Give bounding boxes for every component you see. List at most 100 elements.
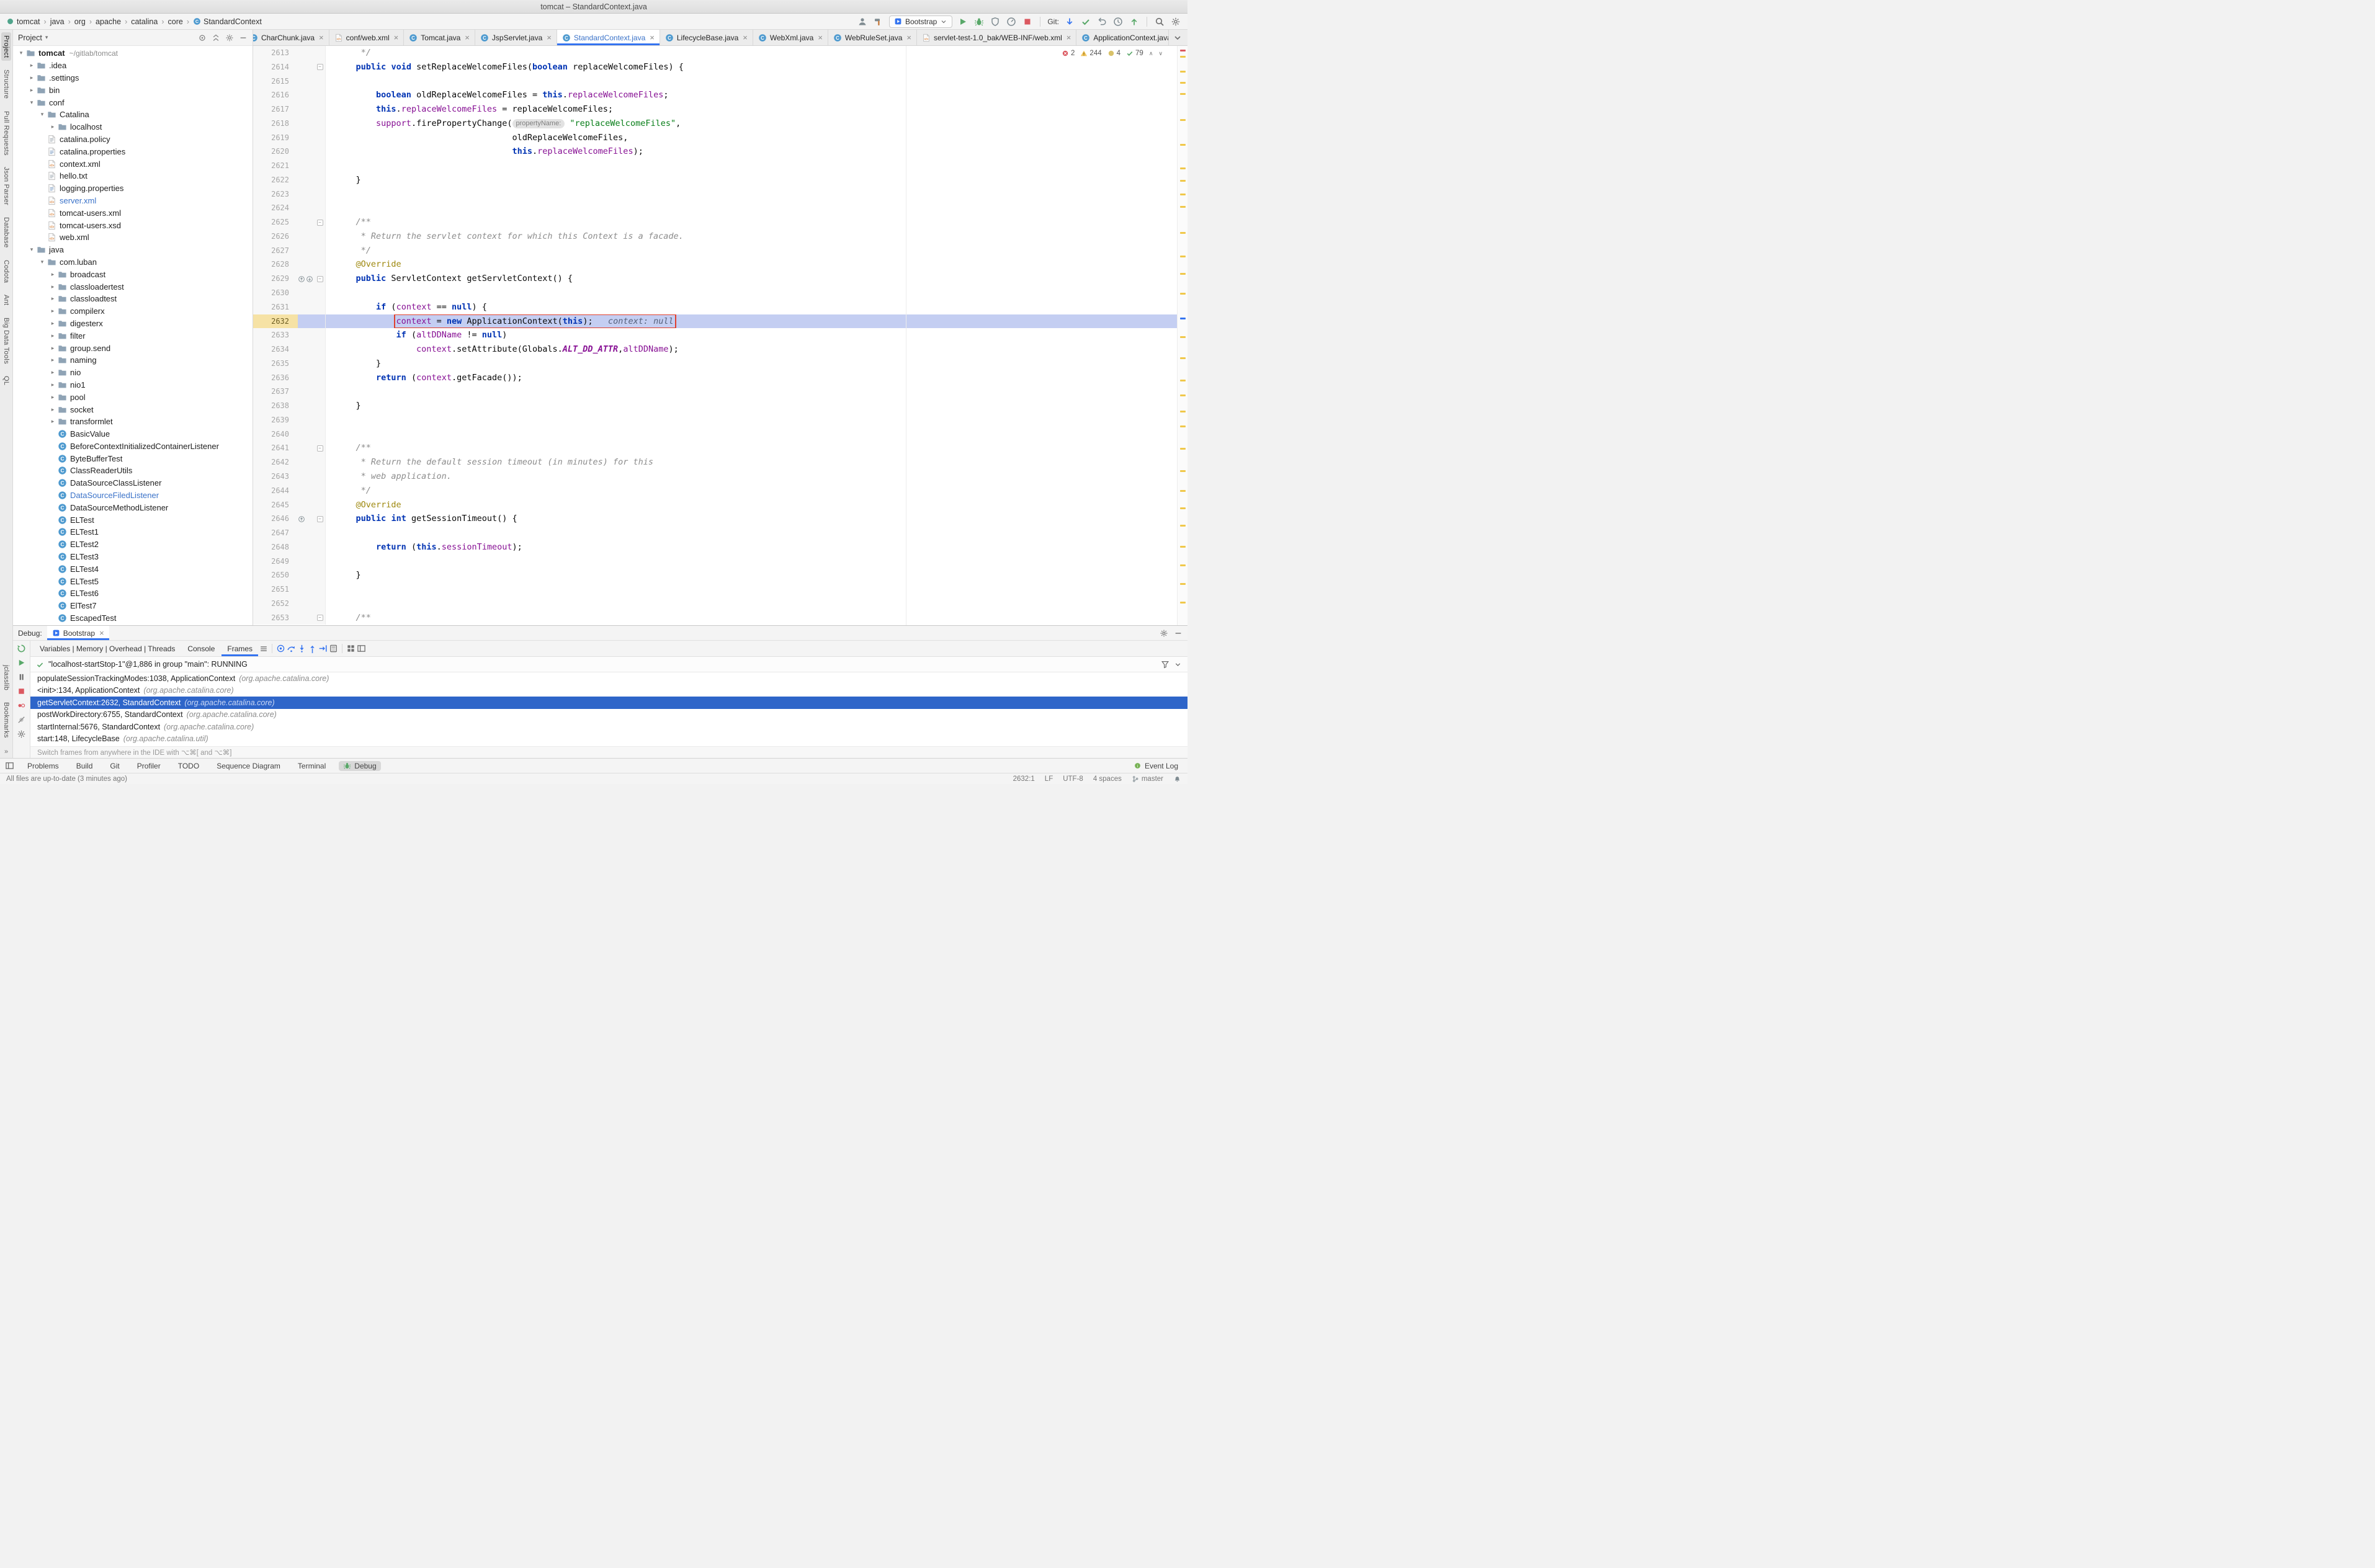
tree-chevron-icon[interactable]: ▸ (48, 295, 57, 302)
close-tab-icon[interactable]: × (743, 33, 748, 42)
stripe-mark[interactable] (1180, 394, 1186, 396)
project-tree-item-classloadertest[interactable]: ▸ classloadertest (13, 280, 253, 293)
line-number[interactable]: 2642 (253, 455, 298, 470)
hide-panel-icon[interactable] (1174, 629, 1183, 638)
tab-list-dropdown[interactable] (1168, 30, 1188, 45)
fold-toggle-icon[interactable]: − (316, 615, 323, 621)
line-number[interactable]: 2641 (253, 441, 298, 456)
fold-toggle-icon[interactable]: − (316, 219, 323, 226)
tree-chevron-icon[interactable]: ▾ (38, 111, 47, 118)
close-tab-icon[interactable]: × (465, 33, 470, 42)
project-tree-item-classreaderutils[interactable]: C ClassReaderUtils (13, 465, 253, 477)
code-line-text[interactable] (326, 187, 1188, 202)
line-number[interactable]: 2617 (253, 102, 298, 117)
notifications-bell-icon[interactable] (1173, 775, 1181, 783)
tree-chevron-icon[interactable]: ▾ (17, 50, 25, 56)
tree-chevron-icon[interactable]: ▸ (48, 406, 57, 413)
code-line-text[interactable] (326, 555, 1188, 569)
hide-panel-icon[interactable] (239, 33, 248, 42)
tool-strip-item-bookmarks[interactable]: Bookmarks (1, 699, 11, 741)
mute-breakpoints-icon[interactable] (17, 715, 26, 724)
tool-strip-item-ant[interactable]: Ant (1, 292, 11, 308)
project-tree-item-catalina[interactable]: ▾ Catalina (13, 109, 253, 121)
project-tree-item-server-xml[interactable]: </> server.xml (13, 195, 253, 207)
project-tree-item-datasourcemethodlistener[interactable]: C DataSourceMethodListener (13, 501, 253, 514)
code-line-text[interactable]: @Override (326, 257, 1188, 272)
code-line-text[interactable]: * web application. (326, 470, 1188, 484)
project-tree-item-settings[interactable]: ▸ .settings (13, 72, 253, 84)
code-line-text[interactable]: public ServletContext getServletContext(… (326, 272, 1188, 286)
close-icon[interactable]: × (99, 629, 104, 637)
tool-window-switcher-icon[interactable] (5, 761, 14, 770)
stack-frame-row[interactable]: startInternal:5676, StandardContext (org.… (30, 721, 1188, 733)
project-tree-item-eltest3[interactable]: C ELTest3 (13, 551, 253, 563)
tree-chevron-icon[interactable]: ▸ (48, 308, 57, 314)
weak-warning-count[interactable]: 4 (1107, 50, 1120, 57)
stripe-mark[interactable] (1180, 167, 1186, 169)
breadcrumb-item-tomcat[interactable]: tomcat (17, 17, 40, 26)
ok-count[interactable]: 79 (1126, 50, 1143, 57)
project-tree-item-catalina-properties[interactable]: catalina.properties (13, 145, 253, 158)
tree-chevron-icon[interactable]: ▸ (48, 381, 57, 388)
breadcrumb-item-apache[interactable]: apache (96, 17, 121, 26)
overridden-method-icon[interactable] (306, 275, 313, 283)
line-number[interactable]: 2623 (253, 187, 298, 202)
editor-tab-servlet-test-1-0-bak-web-inf-web-xml[interactable]: </> servlet-test-1.0_bak/WEB-INF/web.xml × (917, 30, 1077, 45)
code-line-text[interactable] (326, 159, 1188, 173)
line-number[interactable]: 2620 (253, 145, 298, 159)
project-tree-item-bytebuffertest[interactable]: C ByteBufferTest (13, 452, 253, 465)
code-line-text[interactable] (326, 526, 1188, 540)
code-line-text[interactable] (326, 74, 1188, 89)
tree-chevron-icon[interactable]: ▸ (48, 345, 57, 352)
tree-chevron-icon[interactable]: ▸ (48, 418, 57, 425)
git-branch-widget[interactable]: master (1132, 775, 1163, 783)
project-tree-item-eltest4[interactable]: C ELTest4 (13, 563, 253, 575)
project-tree-item-context-xml[interactable]: </> context.xml (13, 158, 253, 170)
project-tree-item-eltest1[interactable]: C ELTest1 (13, 526, 253, 538)
code-editor[interactable]: 2613 */2614− public void setReplaceWelco… (253, 46, 1188, 625)
stripe-mark[interactable] (1180, 425, 1186, 427)
build-hammer-icon[interactable] (873, 16, 884, 27)
encoding-widget[interactable]: UTF-8 (1063, 775, 1083, 783)
vcs-commit-icon[interactable] (1080, 16, 1091, 27)
layout-settings-icon[interactable] (1160, 629, 1168, 638)
vcs-rollback-icon[interactable] (1096, 16, 1107, 27)
stripe-mark[interactable] (1180, 602, 1186, 604)
code-line-text[interactable]: public void setReplaceWelcomeFiles(boole… (326, 60, 1188, 74)
code-line-text[interactable]: return (this.sessionTimeout); (326, 540, 1188, 555)
step-into-icon[interactable] (297, 644, 306, 653)
code-line-text[interactable]: } (326, 568, 1188, 582)
line-number[interactable]: 2635 (253, 356, 298, 371)
tool-strip-item-big-data-tools[interactable]: Big Data Tools (1, 314, 11, 367)
indent-widget[interactable]: 4 spaces (1093, 775, 1122, 783)
tree-chevron-icon[interactable]: ▾ (27, 246, 36, 253)
more-tool-windows-icon[interactable]: » (4, 747, 8, 757)
tree-chevron-icon[interactable]: ▸ (48, 271, 57, 278)
line-number[interactable]: 2613 (253, 46, 298, 60)
ide-settings-icon[interactable] (1170, 16, 1181, 27)
debug-tab-variables-memory-overhead-threads[interactable]: Variables | Memory | Overhead | Threads (34, 641, 181, 656)
line-number[interactable]: 2636 (253, 370, 298, 385)
project-tree-item-datasourceclasslistener[interactable]: C DataSourceClassListener (13, 477, 253, 489)
stripe-mark[interactable] (1180, 119, 1186, 121)
error-count[interactable]: 2 (1062, 50, 1075, 57)
line-number[interactable]: 2619 (253, 130, 298, 145)
code-line-text[interactable]: } (326, 173, 1188, 187)
chevron-down-icon[interactable] (1174, 661, 1182, 669)
project-tree-item-digesterx[interactable]: ▸ digesterx (13, 318, 253, 330)
stripe-mark[interactable] (1180, 546, 1186, 548)
breadcrumb-item-core[interactable]: core (168, 17, 183, 26)
step-out-icon[interactable] (308, 644, 317, 653)
project-tree-item-hello-txt[interactable]: hello.txt (13, 170, 253, 182)
stripe-mark[interactable] (1180, 507, 1186, 509)
project-tree-item-broadcast[interactable]: ▸ broadcast (13, 268, 253, 280)
tool-window-button-build[interactable]: Build (72, 761, 97, 771)
tree-chevron-icon[interactable]: ▸ (48, 320, 57, 327)
project-tree-item-escapedtest[interactable]: C EscapedTest (13, 612, 253, 625)
thread-selector[interactable]: "localhost-startStop-1"@1,886 in group "… (30, 657, 1188, 672)
line-number[interactable]: 2649 (253, 554, 298, 569)
tree-chevron-icon[interactable]: ▸ (48, 369, 57, 376)
stack-frame-row[interactable]: start:148, LifecycleBase (org.apache.cata… (30, 733, 1188, 746)
stripe-mark[interactable] (1180, 564, 1186, 566)
code-line-text[interactable]: return (context.getFacade()); (326, 371, 1188, 385)
